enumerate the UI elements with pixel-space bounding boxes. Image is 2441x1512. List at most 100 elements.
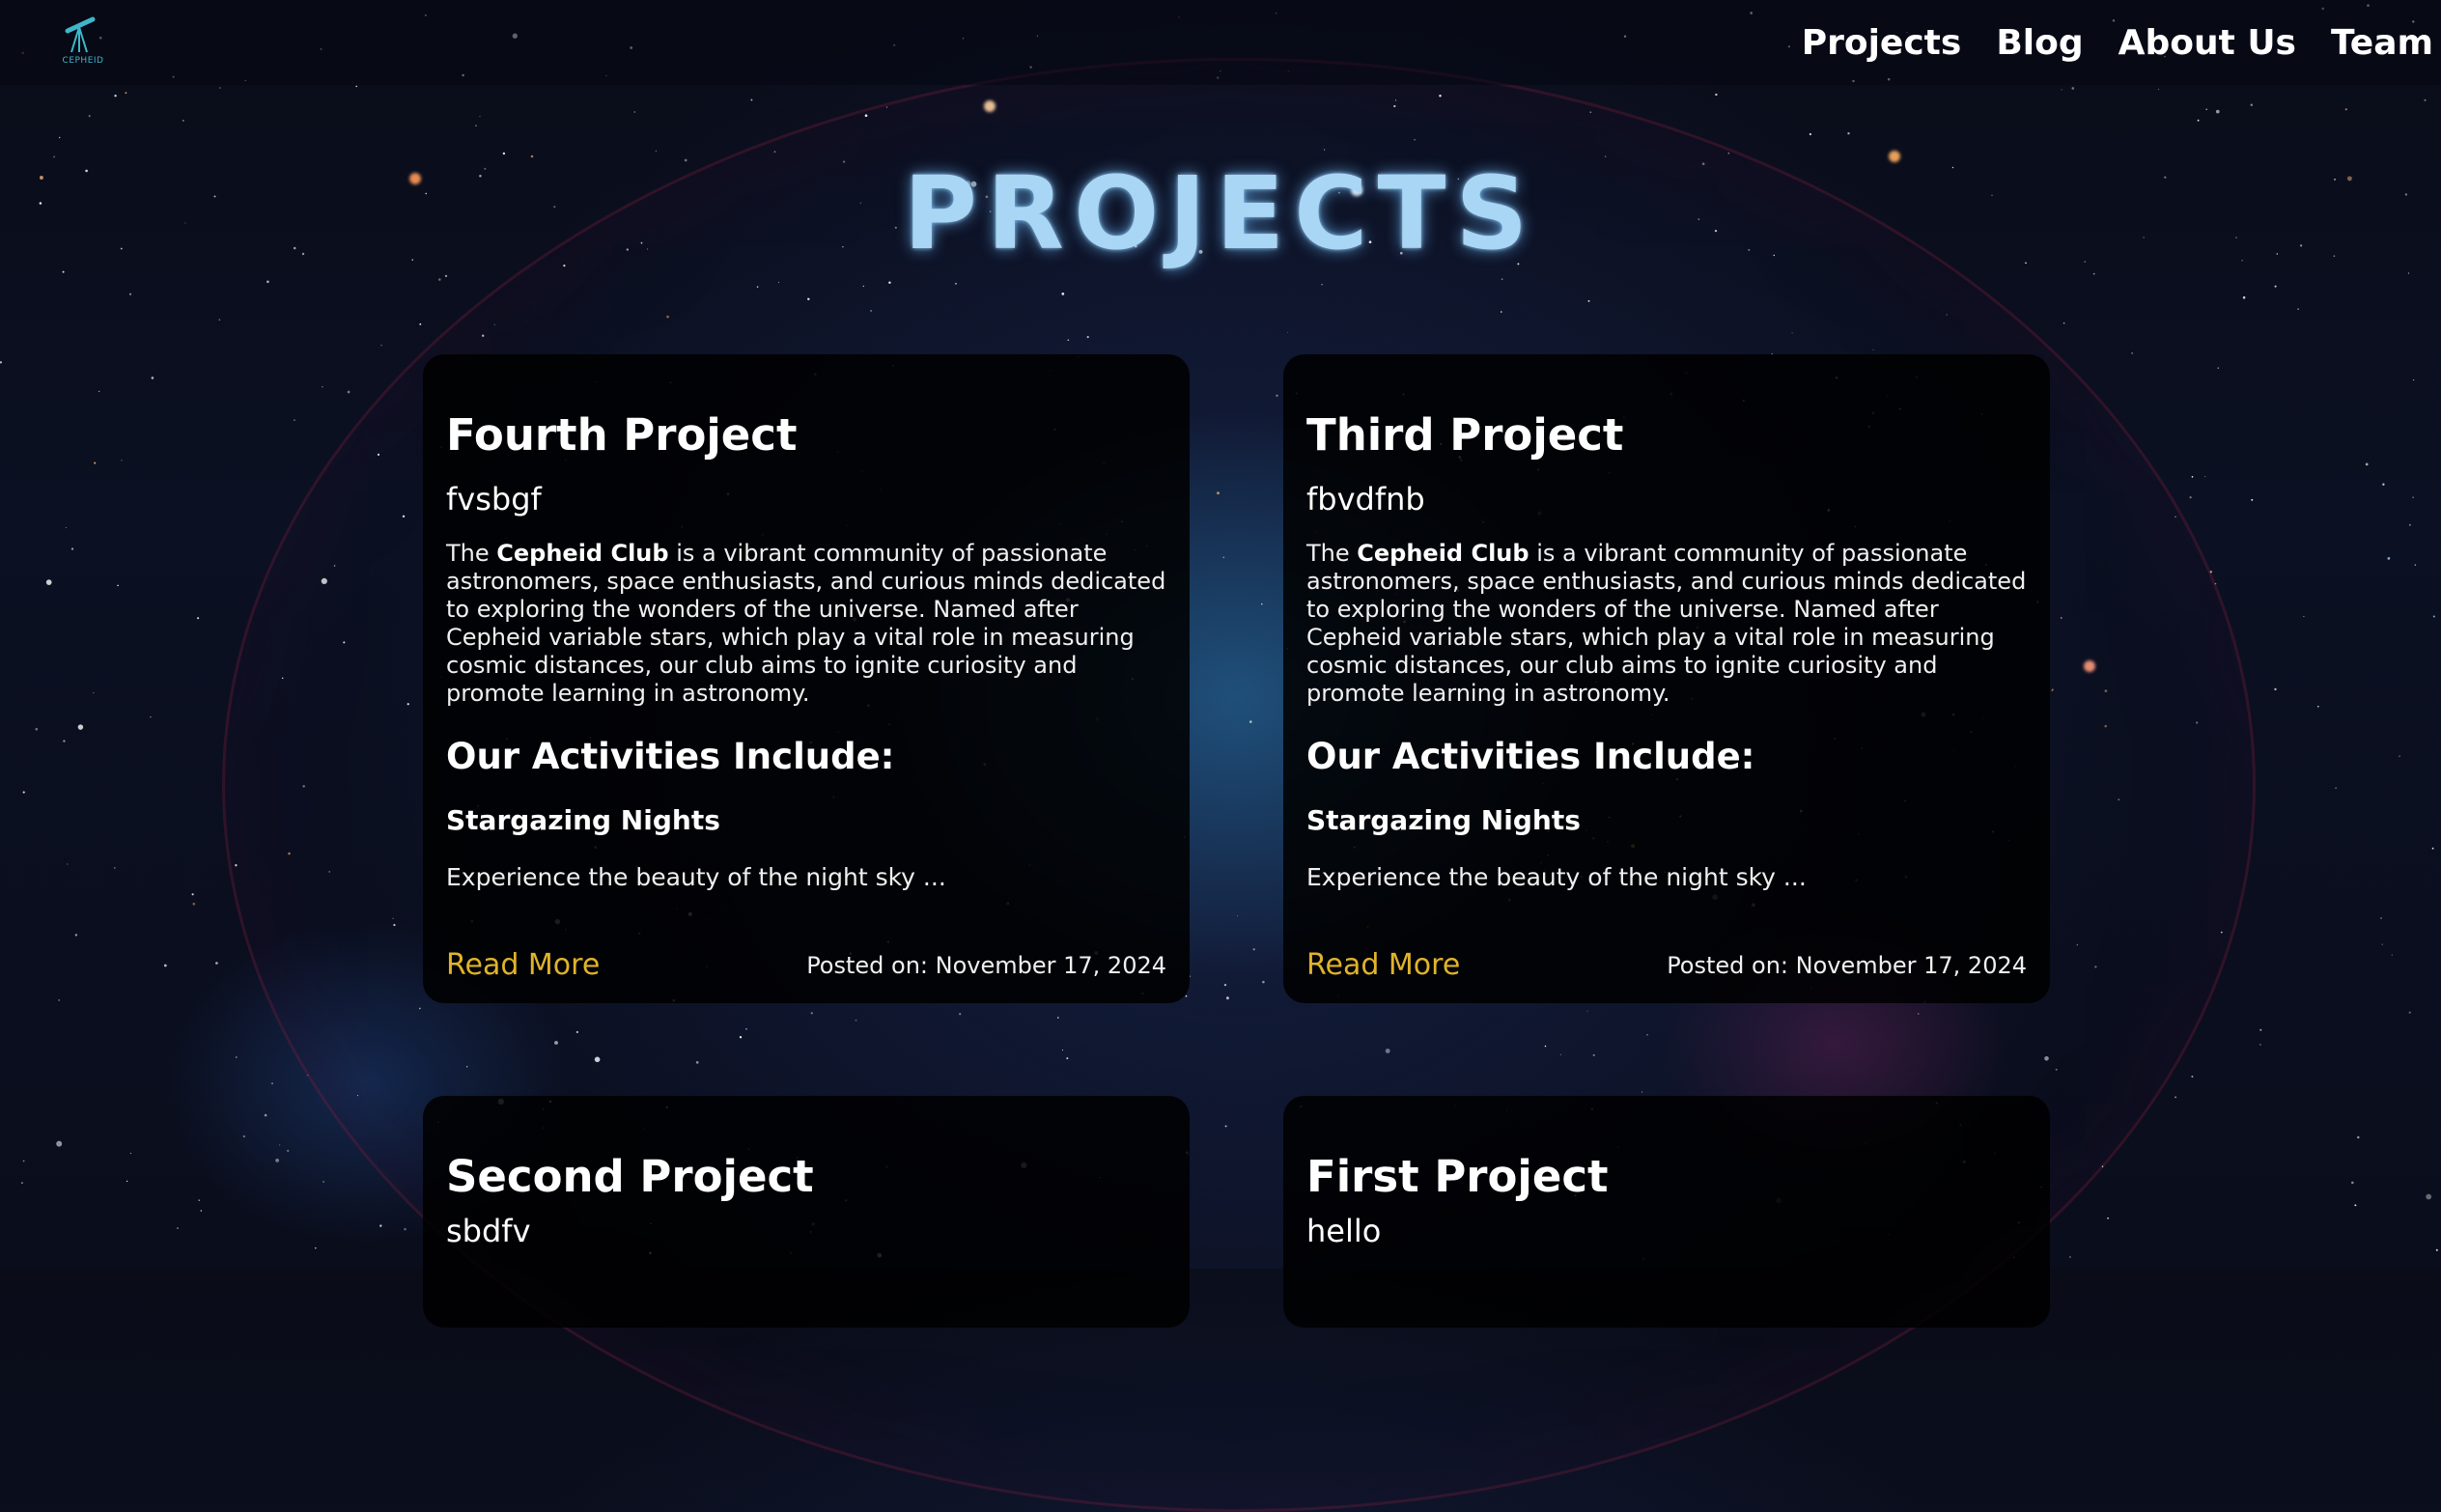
star — [2055, 1068, 2058, 1071]
logo-text: CEPHEID — [62, 56, 104, 66]
star — [379, 1224, 382, 1227]
site-logo[interactable]: CEPHEID — [54, 14, 112, 71]
star — [1501, 278, 1503, 281]
star — [2412, 378, 2415, 381]
desc-club-name: Cepheid Club — [496, 540, 669, 567]
star — [321, 577, 327, 585]
star — [2076, 944, 2078, 946]
star — [267, 280, 269, 284]
star — [2407, 272, 2410, 274]
star — [126, 1180, 128, 1183]
star — [2205, 108, 2207, 111]
star — [182, 120, 184, 122]
star — [2051, 689, 2053, 692]
star — [2209, 571, 2212, 574]
glowing-star — [2084, 660, 2095, 672]
star — [94, 462, 97, 464]
star — [377, 453, 380, 457]
star — [1501, 311, 1502, 313]
project-card: Third Project fbvdfnb The Cepheid Club i… — [1283, 354, 2050, 1003]
star — [1236, 914, 1239, 916]
star — [2191, 476, 2194, 478]
star — [466, 1066, 468, 1068]
project-subtitle: fvsbgf — [446, 481, 542, 518]
star — [287, 1149, 290, 1153]
star — [288, 852, 291, 855]
star — [2297, 308, 2299, 310]
star — [1946, 314, 1948, 316]
star — [0, 361, 3, 364]
star — [2251, 498, 2254, 501]
star — [1586, 1010, 1588, 1012]
project-card: Second Project sbdfv — [423, 1096, 1190, 1328]
star — [1276, 394, 1278, 397]
star — [2220, 931, 2223, 934]
star — [380, 345, 382, 347]
star — [2303, 615, 2305, 618]
star — [2387, 557, 2391, 560]
nav-link-about-us[interactable]: About Us — [2118, 23, 2296, 63]
star — [481, 334, 485, 337]
star — [198, 1199, 200, 1201]
star — [1067, 339, 1070, 342]
star — [114, 867, 116, 869]
star — [744, 1027, 747, 1030]
read-more-link[interactable]: Read More — [1306, 948, 1460, 982]
star — [1223, 983, 1227, 987]
star — [235, 864, 238, 867]
activities-heading: Our Activities Include: — [1306, 736, 1755, 777]
star — [129, 1152, 131, 1154]
star — [1385, 1049, 1390, 1053]
star — [2217, 367, 2219, 369]
star — [356, 1094, 359, 1097]
star — [2104, 689, 2108, 692]
star — [633, 111, 636, 113]
star — [404, 1227, 407, 1231]
star — [1185, 994, 1188, 997]
star — [2365, 462, 2369, 466]
star — [419, 322, 422, 325]
glowing-star — [984, 100, 996, 112]
nav-link-team[interactable]: Team — [2331, 23, 2433, 63]
star — [1321, 283, 1323, 286]
project-subtitle: fbvdfnb — [1306, 481, 1425, 518]
star — [1249, 720, 1252, 723]
star — [2357, 1135, 2360, 1139]
star — [807, 297, 810, 301]
star — [1189, 975, 1192, 977]
star — [1217, 491, 1220, 495]
star — [2242, 295, 2246, 299]
star — [1323, 149, 1326, 151]
activity-excerpt: Experience the beauty of the night sky .… — [446, 863, 946, 891]
star — [2426, 1193, 2432, 1200]
star — [328, 871, 330, 873]
project-title: Second Project — [446, 1151, 814, 1202]
star — [128, 293, 132, 295]
star — [2131, 352, 2133, 354]
star — [2408, 1011, 2411, 1014]
star — [45, 579, 52, 585]
nav-links: Projects Blog About Us Team — [1767, 23, 2433, 63]
star — [393, 923, 396, 927]
activity-excerpt: Experience the beauty of the night sky .… — [1306, 863, 1807, 891]
star — [2317, 705, 2319, 708]
star — [1226, 996, 1229, 1000]
star — [58, 998, 61, 1001]
nav-link-projects[interactable]: Projects — [1802, 23, 1962, 63]
star — [2104, 724, 2107, 728]
star — [2399, 755, 2401, 758]
star — [2107, 1217, 2109, 1219]
star — [2118, 798, 2120, 801]
star — [773, 151, 776, 154]
star — [343, 641, 346, 644]
nav-link-blog[interactable]: Blog — [1996, 23, 2083, 63]
star — [2354, 1204, 2357, 1207]
star — [2408, 523, 2411, 526]
star — [271, 1082, 273, 1084]
star — [444, 274, 448, 278]
star — [2069, 1256, 2071, 1258]
read-more-link[interactable]: Read More — [446, 948, 600, 982]
star — [56, 1140, 63, 1147]
star — [163, 964, 167, 967]
star — [21, 1182, 23, 1184]
